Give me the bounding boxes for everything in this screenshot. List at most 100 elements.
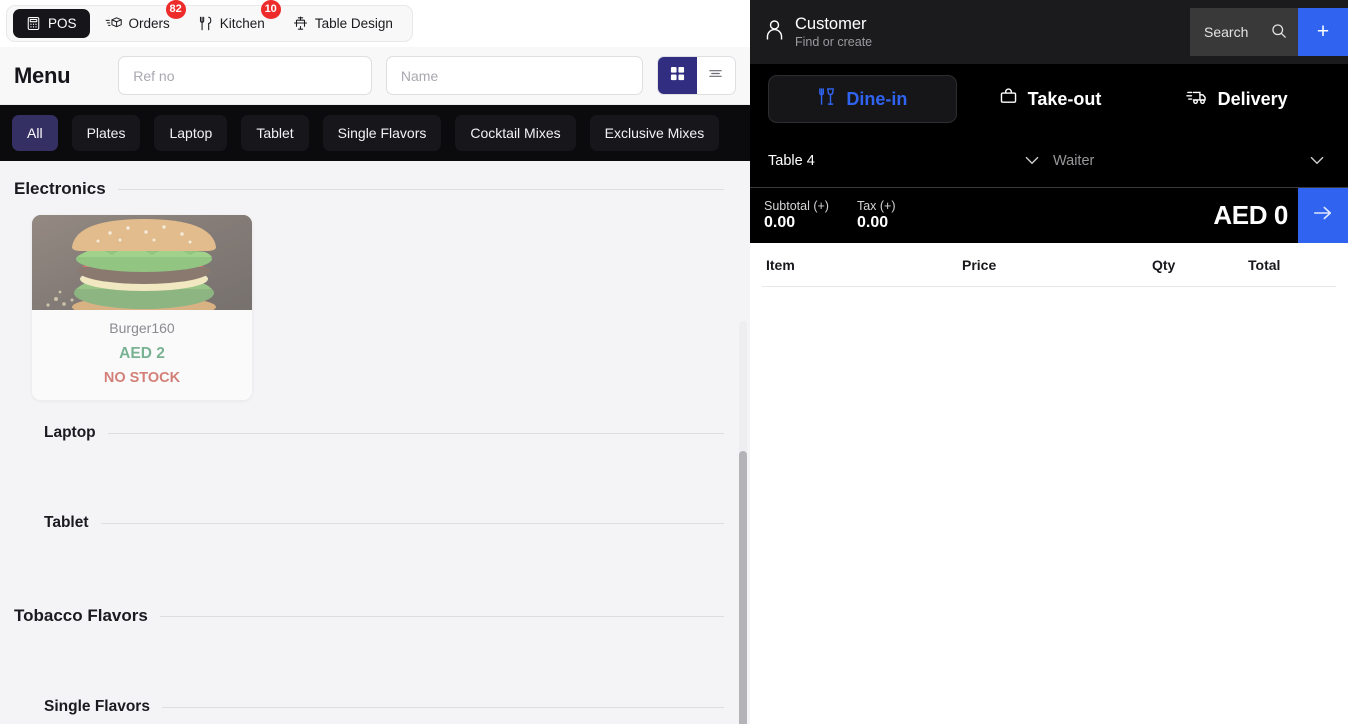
section-header: Tablet — [14, 514, 736, 532]
customer-text: Customer Find or create — [795, 15, 872, 49]
order-type-take-out[interactable]: Take-out — [957, 75, 1144, 123]
customer-title: Customer — [795, 15, 867, 33]
tax-value: 0.00 — [856, 214, 889, 231]
totals-bar: Subtotal (+) 0.00 Tax (+) 0.00 AED 0 — [750, 188, 1348, 243]
menu-scrollbar-track[interactable] — [739, 321, 747, 724]
subtotal-label: Subtotal (+) — [764, 199, 829, 213]
order-type-dine-in-label: Dine-in — [846, 88, 908, 109]
section-title-laptop: Laptop — [44, 424, 96, 441]
ref-no-input[interactable] — [118, 56, 372, 95]
section-title-tablet: Tablet — [44, 514, 89, 531]
nav-tab-table-design[interactable]: Table Design — [280, 9, 406, 38]
table-select-value: Table 4 — [768, 152, 815, 169]
chevron-down-icon — [1310, 154, 1324, 168]
nav-tab-orders[interactable]: Orders 82 — [92, 0, 186, 38]
category-pill-single-flavors[interactable]: Single Flavors — [322, 115, 442, 151]
grid-view-button[interactable] — [658, 57, 697, 94]
waiter-select-value: Waiter — [1053, 152, 1095, 169]
customer-subtitle: Find or create — [795, 35, 873, 49]
product-card[interactable]: Burger160 AED 2 NO STOCK — [32, 215, 252, 400]
user-icon — [765, 19, 784, 46]
calculator-icon — [26, 16, 41, 31]
category-section-single-flavors: Single Flavors — [14, 680, 736, 724]
section-empty-space — [14, 532, 736, 588]
add-customer-button[interactable]: + — [1298, 8, 1348, 56]
category-pill-all[interactable]: All — [12, 115, 58, 151]
section-divider — [107, 432, 724, 434]
cart-area: Item Price Qty Total — [750, 243, 1348, 724]
section-header: Tobacco Flavors — [14, 606, 736, 626]
name-input[interactable] — [385, 56, 644, 95]
menu-header: Menu — [0, 47, 750, 105]
order-type-delivery[interactable]: Delivery — [1143, 75, 1330, 123]
view-toggle — [657, 56, 736, 95]
customer-bar: Customer Find or create Search + — [750, 0, 1348, 64]
section-title-electronics: Electronics — [14, 179, 106, 198]
category-section-tablet: Tablet — [14, 496, 736, 588]
order-type-tabs: Dine-in Take-out Delivery — [750, 64, 1348, 134]
nav-tab-kitchen[interactable]: Kitchen 10 — [185, 0, 281, 38]
delivery-truck-icon — [1185, 87, 1208, 111]
product-stock-status: NO STOCK — [103, 370, 181, 386]
table-select[interactable]: Table 4 — [764, 141, 1049, 181]
arrow-right-icon — [1312, 205, 1334, 226]
category-pill-cocktail-mixes[interactable]: Cocktail Mixes — [455, 115, 576, 151]
cart-column-headers: Item Price Qty Total — [762, 243, 1336, 287]
search-icon[interactable] — [1271, 23, 1287, 42]
grand-total: AED 0 — [1213, 200, 1288, 230]
order-panel: Customer Find or create Search + Dine-in… — [750, 0, 1348, 724]
menu-panel: POS Orders 82 Kitchen 10 Table Design Me… — [0, 0, 750, 724]
orders-badge: 82 — [165, 0, 186, 19]
subtotal-value: 0.00 — [764, 214, 796, 231]
menu-scrollbar-thumb[interactable] — [739, 451, 747, 724]
table-icon — [293, 16, 308, 31]
section-divider — [117, 188, 724, 190]
order-type-dine-in[interactable]: Dine-in — [768, 75, 957, 123]
menu-scroll-area[interactable]: Electronics Burger160 AED 2 NO STOCK Lap… — [0, 161, 750, 724]
section-empty-space — [14, 442, 736, 496]
nav-tab-pos-label: POS — [48, 16, 77, 31]
page-title: Menu — [14, 62, 71, 88]
section-divider — [100, 522, 724, 524]
top-navigation-group: POS Orders 82 Kitchen 10 Table Design — [6, 0, 413, 42]
customer-search-input[interactable]: Search — [1190, 8, 1298, 56]
order-type-take-out-label: Take-out — [1027, 88, 1102, 109]
waiter-select[interactable]: Waiter — [1049, 141, 1334, 181]
kitchen-badge: 10 — [260, 0, 281, 19]
section-header: Electronics — [14, 179, 736, 199]
category-pill-plates[interactable]: Plates — [71, 115, 141, 151]
category-filter-bar: All Plates Laptop Tablet Single Flavors … — [0, 105, 750, 161]
chevron-down-icon — [1025, 154, 1039, 168]
category-pill-laptop[interactable]: Laptop — [154, 115, 228, 151]
list-view-button[interactable] — [696, 57, 735, 94]
product-price: AED 2 — [119, 345, 165, 362]
section-title-tobacco-flavors: Tobacco Flavors — [14, 606, 148, 625]
product-card-body: Burger160 AED 2 NO STOCK — [32, 310, 252, 400]
customer-search-placeholder: Search — [1204, 24, 1249, 40]
customer-info[interactable]: Customer Find or create — [765, 15, 872, 49]
category-pill-exclusive-mixes[interactable]: Exclusive Mixes — [589, 115, 720, 151]
order-type-delivery-label: Delivery — [1217, 88, 1288, 109]
section-divider — [161, 706, 724, 708]
section-empty-space — [14, 626, 736, 680]
takeout-bag-icon — [999, 87, 1018, 111]
cart-column-qty: Qty — [1152, 256, 1176, 273]
fork-wineglass-icon — [817, 87, 836, 111]
proceed-button[interactable] — [1298, 188, 1348, 243]
section-header: Laptop — [14, 424, 736, 442]
category-section-tobacco-flavors: Tobacco Flavors — [14, 588, 736, 680]
cart-column-price: Price — [962, 256, 997, 273]
category-pill-tablet[interactable]: Tablet — [241, 115, 309, 151]
cart-column-item: Item — [766, 256, 795, 273]
nav-tab-pos[interactable]: POS — [13, 9, 90, 38]
tax-label: Tax (+) — [856, 199, 896, 213]
order-selectors: Table 4 Waiter — [750, 134, 1348, 188]
tax-group: Tax (+) 0.00 — [857, 199, 896, 232]
category-section-electronics: Electronics Burger160 AED 2 NO STOCK — [14, 161, 736, 406]
cart-column-total: Total — [1248, 256, 1281, 273]
nav-tab-table-design-label: Table Design — [314, 16, 393, 31]
pos-application: POS Orders 82 Kitchen 10 Table Design Me… — [0, 0, 1348, 724]
nav-tab-orders-label: Orders — [128, 16, 170, 31]
grid-view-icon — [670, 66, 685, 86]
section-title-single-flavors: Single Flavors — [44, 698, 150, 715]
